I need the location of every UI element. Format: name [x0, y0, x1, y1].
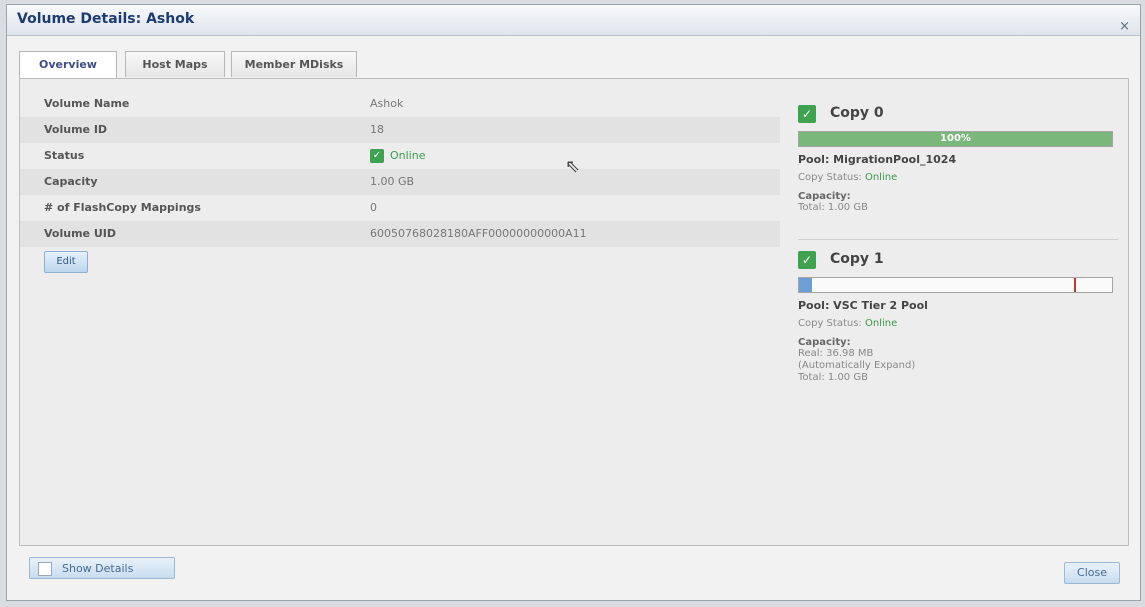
property-row-capacity: Capacity 1.00 GB [20, 169, 780, 195]
title-bar[interactable]: Volume Details: Ashok × [7, 5, 1140, 36]
overview-panel: Volume Name Ashok Volume ID 18 Status ✓ O… [19, 78, 1129, 546]
property-label: Volume Name [44, 97, 130, 110]
copy-0-header: ✓ Copy 0 [798, 103, 1113, 127]
progress-text: 100% [940, 133, 971, 144]
copy-status: Copy Status: Online [798, 318, 1113, 329]
check-icon: ✓ [370, 149, 384, 163]
check-icon: ✓ [798, 251, 816, 269]
status-value: ✓ Online [370, 149, 425, 163]
copy-title: Copy 0 [830, 105, 884, 121]
check-icon: ✓ [798, 105, 816, 123]
volume-properties: Volume Name Ashok Volume ID 18 Status ✓ O… [20, 91, 780, 247]
property-value: 0 [370, 201, 377, 214]
volume-details-dialog: Volume Details: Ashok × Overview Host Ma… [6, 4, 1141, 601]
close-icon[interactable]: × [1119, 19, 1130, 34]
copy-1-header: ✓ Copy 1 [798, 249, 1113, 273]
property-row-status: Status ✓ Online [20, 143, 780, 169]
copy-divider [798, 239, 1118, 240]
copy-status: Copy Status: Online [798, 172, 1113, 183]
close-button[interactable]: Close [1064, 562, 1120, 584]
show-details-toggle[interactable]: Show Details [29, 557, 175, 579]
copy-capacity-line: Total: 1.00 GB [798, 202, 868, 213]
progress-marker [1074, 278, 1077, 292]
checkbox-icon[interactable] [38, 562, 52, 576]
property-label: Volume ID [44, 123, 108, 136]
tab-member-mdisks[interactable]: Member MDisks [231, 51, 357, 77]
dialog-footer: Show Details Close [7, 546, 1140, 600]
copy-status-label: Copy Status: [798, 172, 862, 183]
property-value: 1.00 GB [370, 175, 415, 188]
copy-capacity-line: Total: 1.00 GB [798, 372, 868, 383]
property-value: 60050768028180AFF00000000000A11 [370, 227, 587, 240]
copy-capacity-line: (Automatically Expand) [798, 360, 916, 371]
copy-status-value: Online [864, 318, 898, 329]
mouse-pointer-icon: ⇖ [565, 156, 581, 177]
property-label: # of FlashCopy Mappings [44, 201, 201, 214]
property-row-volume-name: Volume Name Ashok [20, 91, 780, 117]
copy-title: Copy 1 [830, 251, 884, 267]
tab-host-maps[interactable]: Host Maps [125, 51, 225, 77]
copy-capacity-label: Capacity: [798, 337, 851, 348]
copy-pool: Pool: VSC Tier 2 Pool [798, 299, 928, 312]
property-value: 18 [370, 123, 384, 136]
property-value: Ashok [370, 97, 404, 110]
copy-capacity-label: Capacity: [798, 191, 851, 202]
copy-0-section: ✓ Copy 0 100% Pool: MigrationPool_1024 C… [798, 103, 1113, 214]
property-label: Capacity [44, 175, 98, 188]
copy-status-label: Copy Status: [798, 318, 862, 329]
status-text: Online [390, 149, 426, 162]
copy-1-section: ✓ Copy 1 Pool: VSC Tier 2 Pool Copy Stat… [798, 249, 1113, 384]
copy-0-progress-bar: 100% [798, 131, 1113, 147]
property-label: Status [44, 149, 85, 162]
property-label: Volume UID [44, 227, 116, 240]
progress-fill [799, 278, 812, 292]
property-row-volume-uid: Volume UID 60050768028180AFF00000000000A… [20, 221, 780, 247]
tab-overview[interactable]: Overview [19, 51, 117, 79]
show-details-label: Show Details [62, 562, 134, 575]
edit-button[interactable]: Edit [44, 251, 88, 273]
property-row-flashcopy-mappings: # of FlashCopy Mappings 0 [20, 195, 780, 221]
copy-status-value: Online [864, 172, 898, 183]
property-row-volume-id: Volume ID 18 [20, 117, 780, 143]
copy-1-progress-bar [798, 277, 1113, 293]
dialog-title: Volume Details: Ashok [17, 11, 195, 27]
copy-capacity-line: Real: 36.98 MB [798, 348, 874, 359]
copy-pool: Pool: MigrationPool_1024 [798, 153, 957, 166]
